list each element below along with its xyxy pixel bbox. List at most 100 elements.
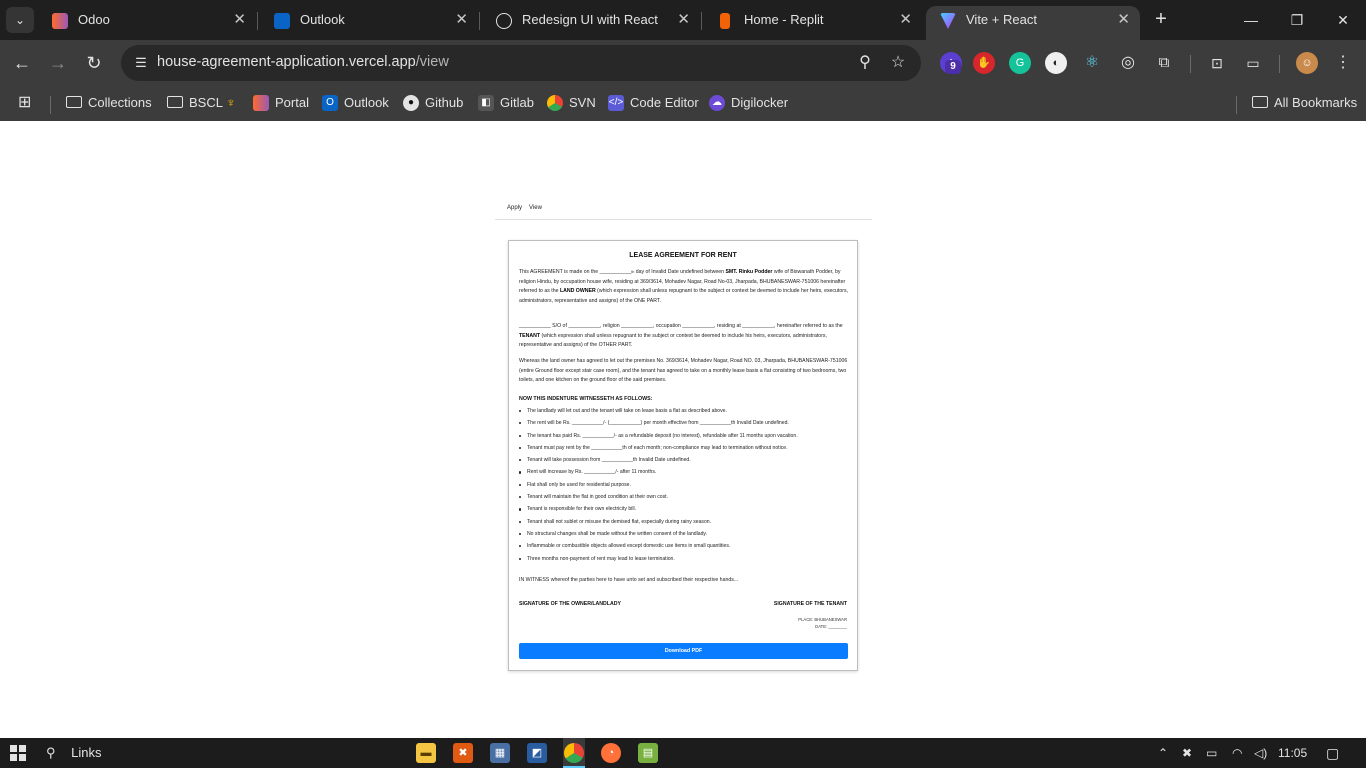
odoo-icon xyxy=(52,13,68,29)
adblock-icon[interactable]: ✋ xyxy=(973,52,995,74)
signature-tenant: SIGNATURE OF THE TENANT xyxy=(773,601,847,607)
battery-icon[interactable]: ▭ xyxy=(1206,745,1217,761)
close-icon[interactable]: ✕ xyxy=(677,6,690,34)
extension-icon[interactable]: ◎ xyxy=(1117,52,1139,74)
clock[interactable]: 11:05 xyxy=(1278,745,1307,761)
tab-title: Redesign UI with React xyxy=(522,12,658,27)
folder-icon xyxy=(1252,96,1268,108)
chatgpt-icon xyxy=(496,13,512,29)
wifi-icon[interactable]: ◠ xyxy=(1232,745,1242,761)
extension-badge: 9 xyxy=(945,60,961,74)
bookmark-star-icon[interactable]: ☆ xyxy=(887,52,909,74)
tab-title: Outlook xyxy=(300,12,345,27)
list-item: The rent will be Rs. ___________/- (____… xyxy=(519,417,849,429)
folder-icon xyxy=(167,96,183,108)
bookmark-svn[interactable]: SVN xyxy=(547,92,596,114)
xampp-icon[interactable]: ✖ xyxy=(453,743,473,763)
bookmark-digilocker[interactable]: ☁ Digilocker xyxy=(709,92,788,114)
screenshot-icon[interactable]: ⊡ xyxy=(1206,52,1228,74)
avatar[interactable]: ☺ xyxy=(1296,52,1318,74)
gitlab-icon: ◧ xyxy=(478,95,494,111)
nav-link-view[interactable]: View xyxy=(529,205,542,211)
paragraph-premises: Whereas the land owner has agreed to let… xyxy=(519,358,848,384)
tab-divider xyxy=(479,12,480,30)
forward-button[interactable]: → xyxy=(46,51,70,75)
windows-start-icon[interactable] xyxy=(10,745,26,761)
list-item: The tenant has paid Rs. ___________/- as… xyxy=(519,430,849,442)
taskbar-search[interactable]: ⚲ Links xyxy=(46,744,102,762)
search-icon: ⚲ xyxy=(46,745,56,760)
bookmarks-bar: ⊞ Collections BSCL ♆ Portal O Outlook ● … xyxy=(0,86,1366,121)
tab-strip: ⌄ Odoo ✕ Outlook ✕ Redesign UI with Reac… xyxy=(0,0,1366,40)
new-tab-button[interactable]: + xyxy=(1151,8,1171,32)
minimize-button[interactable]: — xyxy=(1237,8,1265,32)
tab-redesign[interactable]: Redesign UI with React ✕ xyxy=(482,6,700,40)
tab-divider xyxy=(701,12,702,30)
chrome-icon[interactable] xyxy=(564,743,584,763)
list-item: Tenant must pay rent by the ___________t… xyxy=(519,442,849,454)
document-title: LEASE AGREEMENT FOR RENT xyxy=(629,252,737,259)
extensions-puzzle-icon[interactable]: ⧉ xyxy=(1153,52,1175,74)
clauses-heading: NOW THIS INDENTURE WITNESSETH AS FOLLOWS… xyxy=(519,396,653,402)
bookmark-github[interactable]: ● Github xyxy=(403,92,463,114)
list-item: No structural changes shall be made with… xyxy=(519,528,849,540)
tab-outlook[interactable]: Outlook ✕ xyxy=(260,6,478,40)
url-text[interactable]: house-agreement-application.vercel.app/v… xyxy=(157,54,449,70)
lease-document: LEASE AGREEMENT FOR RENT This AGREEMENT … xyxy=(508,240,858,671)
reload-button[interactable]: ↻ xyxy=(82,51,106,75)
date-text: DATE: ________ xyxy=(815,624,847,629)
close-icon[interactable]: ✕ xyxy=(1117,6,1130,34)
bookmark-bscl[interactable]: BSCL ♆ xyxy=(167,92,236,114)
list-item: Three months non-payment of rent may lea… xyxy=(519,553,849,565)
bookmark-gitlab[interactable]: ◧ Gitlab xyxy=(478,92,534,114)
nav-link-apply[interactable]: Apply xyxy=(507,205,522,211)
tab-replit[interactable]: Home - Replit ✕ xyxy=(704,6,922,40)
replit-icon xyxy=(720,13,730,29)
close-icon[interactable]: ✕ xyxy=(455,6,468,34)
bookmark-portal[interactable]: Portal xyxy=(253,92,309,114)
site-info-icon[interactable]: ☰ xyxy=(131,53,151,73)
back-button[interactable]: ← xyxy=(10,51,34,75)
menu-kebab-icon[interactable]: ⋮ xyxy=(1332,52,1354,74)
app-icon[interactable]: ◩ xyxy=(527,743,547,763)
volume-icon[interactable]: ◁) xyxy=(1254,745,1267,761)
close-window-button[interactable]: ✕ xyxy=(1329,8,1357,32)
zoom-icon[interactable]: ⚲ xyxy=(854,52,876,74)
list-item: Flat shall only be used for residential … xyxy=(519,479,849,491)
download-pdf-button[interactable]: Download PDF xyxy=(519,643,848,659)
restore-button[interactable]: ❐ xyxy=(1283,8,1311,32)
react-devtools-icon[interactable]: ⚛ xyxy=(1081,52,1103,74)
tab-search-button[interactable]: ⌄ xyxy=(6,7,34,33)
tab-title: Home - Replit xyxy=(744,12,824,27)
bookmark-code-editor[interactable]: </> Code Editor xyxy=(608,92,699,114)
notepad-icon[interactable]: ▤ xyxy=(638,743,658,763)
witness-text: IN WITNESS whereof the parties here to h… xyxy=(519,577,739,583)
devices-icon[interactable]: ▭ xyxy=(1242,52,1264,74)
list-item: Rent will increase by Rs. ___________/- … xyxy=(519,466,849,478)
list-item: Tenant will take possession from _______… xyxy=(519,454,849,466)
close-icon[interactable]: ✕ xyxy=(899,6,912,34)
close-icon[interactable]: ✕ xyxy=(233,6,246,34)
place-text: PLACE: BHUBANESWAR xyxy=(798,617,847,622)
xampp-tray-icon[interactable]: ✖ xyxy=(1182,745,1192,761)
vite-icon xyxy=(940,13,956,29)
grammarly-icon[interactable]: G xyxy=(1009,52,1031,74)
bookmark-outlook[interactable]: O Outlook xyxy=(322,92,389,114)
address-bar[interactable]: ☰ house-agreement-application.vercel.app… xyxy=(121,45,921,81)
code-icon: </> xyxy=(608,95,624,111)
paragraph-owner: This AGREEMENT is made on the __________… xyxy=(519,269,849,304)
firefox-icon[interactable]: ◔ xyxy=(601,743,621,763)
calculator-icon[interactable]: ▦ xyxy=(490,743,510,763)
file-explorer-icon[interactable]: ▬ xyxy=(416,743,436,763)
bookmark-collections[interactable]: Collections xyxy=(66,92,152,114)
cloud-icon: ☁ xyxy=(709,95,725,111)
extension-icon[interactable]: ◐ xyxy=(1045,52,1067,74)
tab-odoo[interactable]: Odoo ✕ xyxy=(38,6,256,40)
bookmarks-divider xyxy=(50,96,51,114)
apps-grid-icon[interactable]: ⊞ xyxy=(18,92,34,114)
tab-vite-react[interactable]: Vite + React ✕ xyxy=(926,6,1140,40)
notifications-icon[interactable]: ▢ xyxy=(1326,745,1339,761)
list-item: Tenant is responsible for their own elec… xyxy=(519,503,849,515)
all-bookmarks[interactable]: All Bookmarks xyxy=(1252,92,1357,114)
show-hidden-icons[interactable]: ⌃ xyxy=(1158,745,1168,761)
